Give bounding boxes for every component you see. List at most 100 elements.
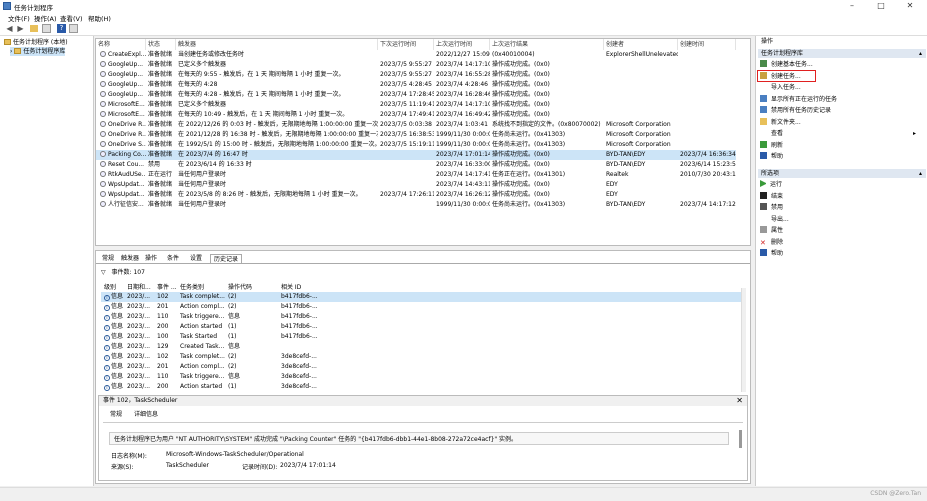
task-row[interactable]: WpsUpdat... 准备就绪在 2023/5/8 的 8:26 时 - 触发后… [96,190,736,200]
task-name-text: MicrosoftE... [108,101,145,108]
history-row[interactable]: i 信息 2023/... 102 Task complet... (2) 3de8cefd… [101,352,741,362]
action-lib-8[interactable]: 帮助 [760,152,920,162]
tab-settings[interactable]: 设置 [187,254,205,263]
disable-icon [760,203,767,210]
collapse-icon[interactable]: ▴ [919,169,922,178]
task-row[interactable]: MicrosoftE... 准备就绪 在每天的 10:49 - 触发后，在 1 天 … [96,110,736,120]
event-tab-general[interactable]: 常规 [107,410,125,419]
column-header-last-run[interactable]: 上次运行时间 [434,39,490,50]
history-scrollbar[interactable] [741,288,746,392]
forward-arrow-icon[interactable]: ▶ [16,24,25,33]
action-sel-4[interactable]: 属性 [760,226,920,236]
history-row[interactable]: i 信息 2023/... 200 Action started (1) b417fdb6-… [101,322,741,332]
action-lib-6[interactable]: 查看 ▸ [760,129,920,139]
back-arrow-icon[interactable]: ◀ [5,24,14,33]
actions-title: 操作 [761,38,774,45]
event-tab-details[interactable]: 详细信息 [131,410,161,419]
help-icon[interactable]: ? [57,24,66,33]
filter-icon[interactable]: ▽ [101,269,106,276]
task-row[interactable]: OneDrive S... 准备就绪在 1992/5/1 的 15:00 时 - … [96,140,736,150]
history-cell: b417fdb6-... [281,323,318,330]
column-header-created[interactable]: 创建时间 [678,39,736,50]
task-row[interactable]: RtkAudUSe... 正在运行 当任何用户登录时 2023/7/4 14:17:4… [96,170,736,180]
history-cell: 110 [157,313,169,320]
column-header-next-run[interactable]: 下次运行时间 [378,39,434,50]
watermark: CSDN @Zero.Tan [870,490,921,497]
task-cell: 禁用 [148,161,161,168]
tab-general[interactable]: 常规 [99,254,117,263]
action-lib-2[interactable]: 导入任务... [760,83,920,93]
history-col-opcode[interactable]: 操作代码 [228,282,252,291]
section-library[interactable]: 任务计划程序库 ▴ [758,49,926,58]
task-cell: 2023/7/4 16:33:00 [436,161,490,168]
history-row[interactable]: i 信息 2023/... 102 Task complet... (2) b417fdb6… [101,292,741,302]
history-col-category[interactable]: 任务类别 [180,282,204,291]
task-row[interactable]: OneDrive R... 准备就绪在 2022/12/26 的 0:03 时 -… [96,120,736,130]
app-icon [3,2,11,10]
folder-icon[interactable] [30,25,38,32]
history-row[interactable]: i 信息 2023/... 200 Action started (1) 3de8cefd-… [101,382,741,392]
console-tree-icon[interactable] [42,24,51,33]
event-message: 任务计划程序已为用户 "NT AUTHORITY\SYSTEM" 成功完成 "\… [109,432,729,445]
history-col-level[interactable]: 级别 [104,282,116,291]
history-row[interactable]: i 信息 2023/... 110 Task triggere... 信息 3de8cefd… [101,372,741,382]
task-row[interactable]: GoogleUp... 准备就绪 在每天的 4:28 - 触发后，在 1 天 期间每… [96,90,736,100]
tree-root[interactable]: 任务计划程序 (本地) [4,38,68,47]
action-pane-icon[interactable] [69,24,78,33]
task-row[interactable]: GoogleUp... 准备就绪 在每天的 9:55 - 触发后，在 1 天 期间每… [96,70,736,80]
history-level-text: 信息 [111,373,124,380]
task-row[interactable]: Packing Co... 准备就绪在 2023/7/4 的 16:47 时 202… [96,150,736,160]
history-col-date[interactable]: 日期和... [127,282,151,291]
tab-actions[interactable]: 操作 [142,254,160,263]
action-lib-5[interactable]: 新文件夹... [760,117,920,128]
action-sel-1[interactable]: 结束 [760,191,920,202]
event-scrollbar[interactable] [739,430,742,448]
action-sel-2[interactable]: 禁用 [760,203,920,213]
task-row[interactable]: GoogleUp... 准备就绪 已定义多个触发器 2023/7/5 9:55:27 2… [96,60,736,70]
column-header-status[interactable]: 状态 [146,39,176,50]
tab-conditions[interactable]: 条件 [164,254,182,263]
history-col-event[interactable]: 事件 ... [157,282,177,291]
event-properties-pane: 事件 102，TaskScheduler ✕ 常规 详细信息 任务计划程序已为用… [98,395,748,481]
action-lib-0[interactable]: 创建基本任务... [760,60,920,70]
expand-arrow-icon[interactable]: › [10,48,12,55]
history-level: i 信息 [104,372,123,382]
history-row[interactable]: i 信息 2023/... 110 Task triggere... 信息 b417fdb6… [101,312,741,322]
column-header-author[interactable]: 创建者 [604,39,678,50]
task-cell: 已定义多个触发器 [178,101,227,108]
task-cell: 1999/11/30 0:00:00 [436,141,490,148]
column-header-triggers[interactable]: 触发器 [176,39,378,50]
task-row[interactable]: 人行征信安... 准备就绪 当任何用户登录时 1999/11/30 0:00:00 任务… [96,200,736,210]
history-row[interactable]: i 信息 2023/... 201 Action compl... (2) 3de8cefd… [101,362,741,372]
task-row[interactable]: WpsUpdat... 准备就绪 当任何用户登录时 2023/7/4 14:43:11… [96,180,736,190]
tree-item-library[interactable]: › 任务计划程序库 [10,47,66,56]
history-col-correlation[interactable]: 相关 ID [281,282,301,291]
action-sel-6[interactable]: 帮助 [760,249,920,259]
history-row[interactable]: i 信息 2023/... 201 Action compl... (2) b417fdb6… [101,302,741,312]
task-row[interactable]: MicrosoftE... 准备就绪 已定义多个触发器 2023/7/5 11:19:… [96,100,736,110]
maximize-button[interactable]: □ [870,1,892,11]
history-row[interactable]: i 信息 2023/... 129 Created Task... 信息 [101,342,741,352]
action-lib-7[interactable]: 刷新 [760,140,920,151]
task-row[interactable]: CreateExpl... 准备就绪 当创建任务或修改任务时 2022/12/27 1… [96,50,736,60]
action-sel-5[interactable]: ✕ 删除 [760,238,920,248]
task-name: RtkAudUSe... [100,170,146,180]
action-lib-4[interactable]: 禁用所有任务历史记录 [760,106,920,116]
action-lib-3[interactable]: 显示所有正在运行的任务 [760,94,920,105]
minimize-button[interactable]: – [841,1,863,11]
task-row[interactable]: OneDrive R... 准备就绪在 2021/12/28 的 16:38 时 … [96,130,736,140]
history-cell: b417fdb6-... [281,293,318,300]
column-header-name[interactable]: 名称 [96,39,146,50]
close-button[interactable]: ✕ [899,1,921,11]
action-sel-0[interactable]: 运行 [760,180,920,190]
close-icon[interactable]: ✕ [736,396,743,406]
collapse-icon[interactable]: ▴ [919,49,922,58]
column-header-last-result[interactable]: 上次运行结果 [490,39,604,50]
section-selected[interactable]: 所选项 ▴ [758,169,926,178]
task-row[interactable]: GoogleUp... 准备就绪 在每天的 4:28 2023/7/5 4:28:45… [96,80,736,90]
action-sel-3[interactable]: 导出... [760,215,920,225]
task-icon [100,111,106,117]
history-row[interactable]: i 信息 2023/... 100 Task Started (1) b417fdb6-..… [101,332,741,342]
tab-triggers[interactable]: 触发器 [118,254,142,263]
task-row[interactable]: Reset Cou... 禁用 在 2023/6/14 的 16:33 时 2023/… [96,160,736,170]
